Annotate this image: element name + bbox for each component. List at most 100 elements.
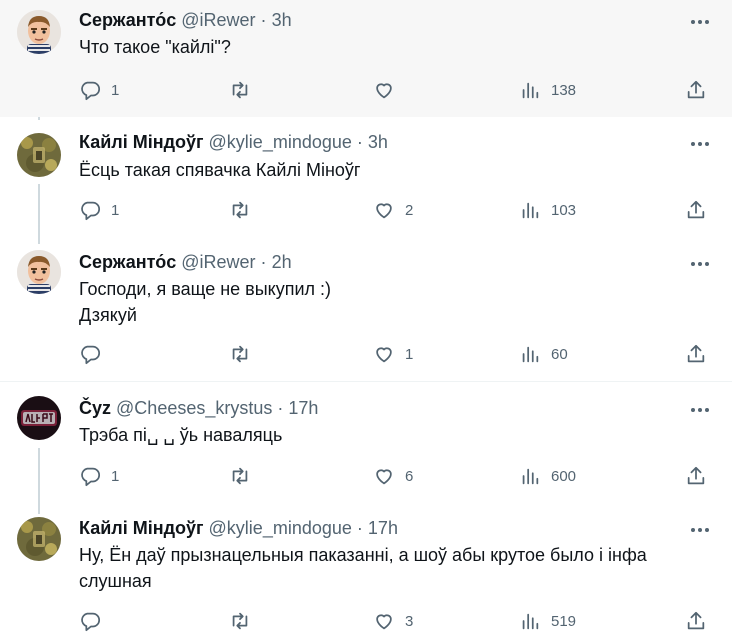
separator-dot: ·	[260, 252, 267, 272]
display-name[interactable]: Кайлі Міндоўг	[79, 518, 204, 538]
views-button[interactable]: 600	[519, 464, 576, 488]
tweet[interactable]: Сержанто́с @iRewer · 2h Господи, я ваще …	[0, 239, 732, 381]
retweet-icon	[232, 345, 248, 363]
more-icon[interactable]	[688, 523, 712, 537]
tweet[interactable]: Сержанто́с @iRewer · 3h Что такое "кайлі…	[0, 0, 732, 117]
views-count: 519	[551, 612, 577, 630]
tweet-text: Что такое "кайлі"?	[79, 34, 699, 60]
share-button[interactable]	[685, 464, 707, 488]
views-count: 60	[551, 345, 568, 363]
retweet-icon	[232, 81, 248, 99]
handle[interactable]: @kylie_mindogue	[209, 518, 352, 538]
like-button[interactable]: 2	[373, 198, 413, 222]
handle[interactable]: @iRewer	[181, 10, 255, 30]
tweet-actions: 1 60	[79, 342, 719, 366]
display-name[interactable]: Сержанто́с	[79, 10, 176, 30]
timestamp[interactable]: 3h	[272, 10, 292, 30]
retweet-button[interactable]	[229, 342, 261, 366]
reply-button[interactable]	[79, 609, 111, 633]
more-icon[interactable]	[688, 15, 712, 29]
reply-button[interactable]	[79, 342, 111, 366]
like-count: 3	[405, 612, 414, 630]
tweet-text-line: слушная	[79, 571, 152, 591]
share-icon	[687, 80, 705, 99]
handle[interactable]: @kylie_mindogue	[209, 132, 352, 152]
gold-texture-avatar-icon	[17, 517, 61, 561]
dark-logo-avatar-icon	[17, 396, 61, 440]
avatar[interactable]	[17, 517, 61, 561]
like-icon	[376, 347, 392, 363]
retweet-button[interactable]	[229, 78, 261, 102]
like-icon	[376, 614, 392, 630]
timestamp[interactable]: 3h	[368, 132, 388, 152]
like-icon	[376, 469, 392, 485]
tweet-header: Сержанто́с @iRewer · 3h	[79, 9, 292, 31]
tweet-text-line: Трэба пі␣ ␣ ўь наваляць	[79, 425, 283, 445]
handle[interactable]: @iRewer	[181, 252, 255, 272]
separator-dot: ·	[356, 132, 363, 152]
like-icon	[376, 203, 392, 219]
display-name[interactable]: Сержанто́с	[79, 252, 176, 272]
tweet-header: Čyz @Cheeses_krystus · 17h	[79, 397, 318, 419]
tweet[interactable]: Čyz @Cheeses_krystus · 17h Трэба пі␣ ␣ ў…	[0, 382, 732, 507]
gold-texture-avatar-icon	[17, 133, 61, 177]
more-icon[interactable]	[688, 257, 712, 271]
views-button[interactable]: 519	[519, 609, 576, 633]
reply-button[interactable]: 1	[79, 78, 119, 102]
reply-icon	[81, 81, 101, 101]
like-button[interactable]	[373, 78, 405, 102]
tweet[interactable]: Кайлі Міндоўг @kylie_mindogue · 3h Ёсць …	[0, 117, 732, 239]
tweet-header: Кайлі Міндоўг @kylie_mindogue · 3h	[79, 131, 388, 153]
tweet-text: Ну, Ён даў прызнацельныя паказанні, а шо…	[79, 542, 699, 594]
share-button[interactable]	[685, 78, 707, 102]
avatar[interactable]	[17, 396, 61, 440]
more-icon[interactable]	[688, 137, 712, 151]
reply-icon	[81, 201, 101, 221]
share-icon	[687, 344, 705, 363]
views-button[interactable]: 138	[519, 78, 576, 102]
views-icon	[522, 613, 539, 630]
tweet-text: Трэба пі␣ ␣ ўь наваляць	[79, 422, 699, 448]
share-button[interactable]	[685, 198, 707, 222]
reply-icon	[81, 612, 101, 632]
tweet[interactable]: Кайлі Міндоўг @kylie_mindogue · 17h Ну, …	[0, 507, 732, 644]
views-icon	[522, 202, 539, 219]
views-icon	[522, 468, 539, 485]
views-count: 600	[551, 467, 577, 485]
tweet-text: Господи, я ваще не выкупил :) Дзякуй	[79, 276, 699, 328]
thread-view: Сержанто́с @iRewer · 3h Что такое "кайлі…	[0, 0, 732, 644]
views-icon	[522, 346, 539, 363]
avatar[interactable]	[17, 10, 61, 54]
views-count: 103	[551, 201, 577, 219]
avatar[interactable]	[17, 133, 61, 177]
display-name[interactable]: Čyz	[79, 398, 111, 418]
reply-button[interactable]: 1	[79, 464, 119, 488]
like-button[interactable]: 1	[373, 342, 413, 366]
more-icon[interactable]	[688, 403, 712, 417]
separator-dot: ·	[356, 518, 363, 538]
handle[interactable]: @Cheeses_krystus	[116, 398, 272, 418]
display-name[interactable]: Кайлі Міндоўг	[79, 132, 204, 152]
tweet-actions: 1 6 600	[79, 464, 719, 488]
share-button[interactable]	[685, 342, 707, 366]
like-icon	[376, 83, 392, 99]
retweet-button[interactable]	[229, 609, 261, 633]
like-button[interactable]: 3	[373, 609, 413, 633]
timestamp[interactable]: 17h	[288, 398, 318, 418]
like-button[interactable]: 6	[373, 464, 413, 488]
reply-icon	[81, 467, 101, 487]
reply-icon	[81, 345, 101, 365]
views-button[interactable]: 60	[519, 342, 568, 366]
reply-button[interactable]: 1	[79, 198, 119, 222]
retweet-icon	[232, 612, 248, 630]
retweet-button[interactable]	[229, 464, 261, 488]
retweet-button[interactable]	[229, 198, 261, 222]
timestamp[interactable]: 2h	[272, 252, 292, 272]
tweet-header: Сержанто́с @iRewer · 2h	[79, 251, 292, 273]
share-button[interactable]	[685, 609, 707, 633]
avatar[interactable]	[17, 250, 61, 294]
views-button[interactable]: 103	[519, 198, 576, 222]
reply-count: 1	[111, 81, 120, 99]
timestamp[interactable]: 17h	[368, 518, 398, 538]
separator-dot: ·	[277, 398, 284, 418]
